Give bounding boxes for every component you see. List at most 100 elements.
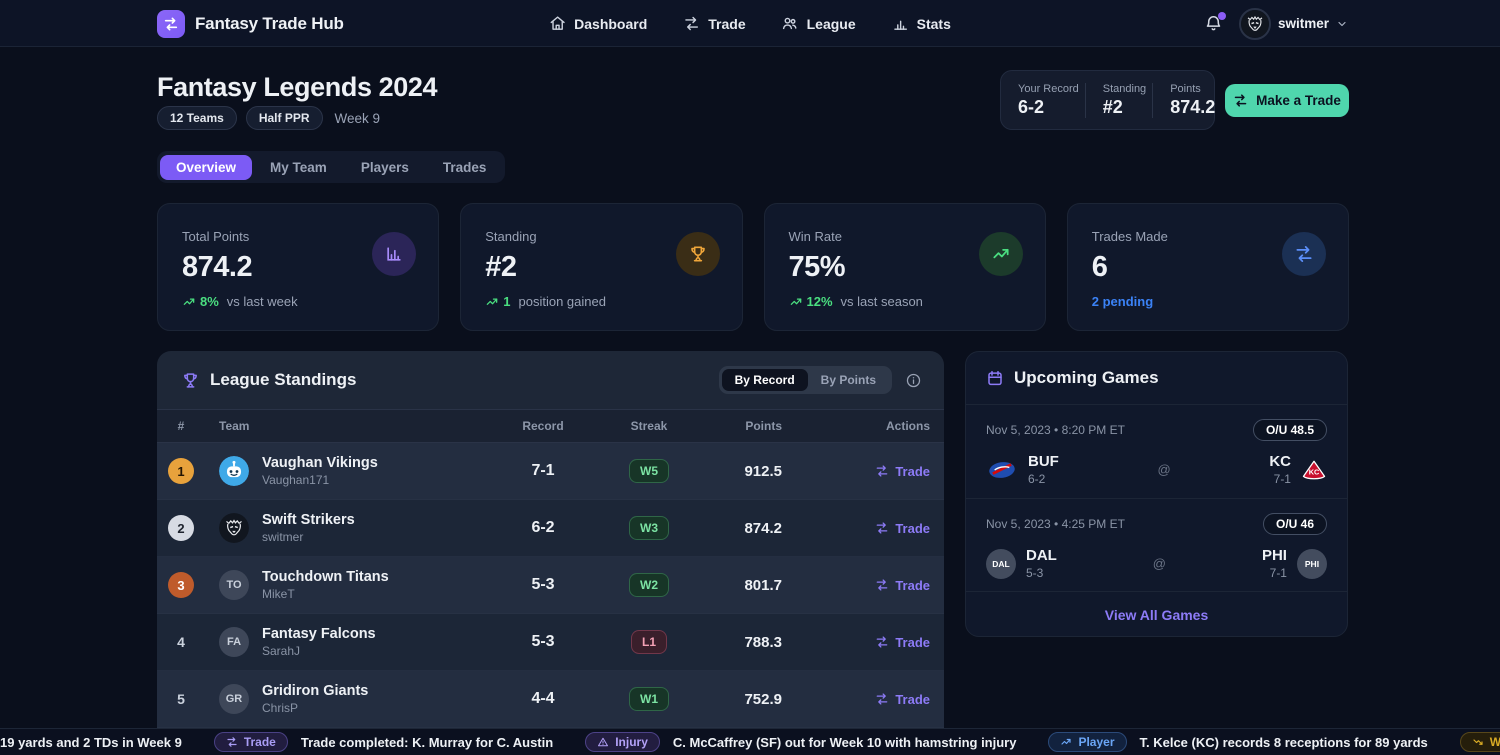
summary-points: Points 874.2 [1152, 83, 1221, 118]
user-menu[interactable]: switmer [1239, 8, 1348, 40]
ticker-text: C. McCaffrey (SF) out for Week 10 with h… [673, 735, 1017, 750]
team-record: 5-3 [1026, 566, 1057, 580]
over-under-badge: O/U 46 [1263, 513, 1327, 535]
news-ticker[interactable]: 19 yards and 2 TDs in Week 9 Trade Trade… [0, 728, 1500, 755]
view-all-games-link[interactable]: View All Games [1105, 607, 1209, 623]
users-icon [782, 15, 799, 32]
ticker-item: Injury C. McCaffrey (SF) out for Week 10… [585, 732, 1016, 752]
trophy-icon [676, 232, 720, 276]
robot-avatar [219, 456, 249, 486]
col-points: Points [701, 419, 791, 433]
table-row[interactable]: 3 TO Touchdown Titans MikeT 5-3 W2 801.7… [157, 557, 944, 614]
points-value: 874.2 [701, 520, 791, 537]
table-row[interactable]: 1 Vaughan Vikings Vaughan171 7-1 W5 912.… [157, 443, 944, 500]
swap-icon [226, 736, 238, 748]
standings-title-wrap: League Standings [181, 370, 356, 390]
card-trend: 8% vs last week [182, 294, 298, 309]
game-datetime: Nov 5, 2023 • 4:25 PM ET [986, 517, 1125, 531]
game-card[interactable]: Nov 5, 2023 • 4:25 PM ET O/U 46 DAL DAL … [966, 498, 1347, 591]
trend-up-icon: 8% [182, 294, 219, 309]
record-value: 7-1 [489, 462, 597, 480]
points-value: 752.9 [701, 691, 791, 708]
at-symbol: @ [1153, 556, 1166, 571]
rank-badge: 2 [168, 515, 194, 541]
points-value: 912.5 [701, 463, 791, 480]
trade-badge: Trade [214, 732, 288, 752]
league-standings-panel: League Standings By Record By Points # T… [157, 351, 944, 755]
eagles-logo-fallback: PHI [1297, 549, 1327, 579]
trophy-icon [181, 371, 200, 390]
standings-header: League Standings By Record By Points [157, 351, 944, 409]
streak-badge: W2 [629, 573, 669, 597]
swap-icon [683, 15, 700, 32]
summary-record: Your Record 6-2 [1001, 83, 1085, 118]
table-row[interactable]: 5 GR Gridiron Giants ChrisP 4-4 W1 752.9… [157, 671, 944, 728]
summary-standing: Standing #2 [1085, 83, 1152, 118]
team-cell: GR Gridiron Giants ChrisP [205, 683, 489, 715]
rank-number: 5 [177, 691, 185, 707]
nav-item-label: Dashboard [574, 16, 647, 32]
swap-icon [1282, 232, 1326, 276]
initials-avatar: GR [219, 684, 249, 714]
nav-item-trade[interactable]: Trade [683, 15, 745, 32]
over-under-badge: O/U 48.5 [1253, 419, 1327, 441]
tab-players[interactable]: Players [345, 155, 425, 180]
team-owner: ChrisP [262, 701, 368, 715]
team-abbr: KC [1269, 453, 1291, 470]
trend-note: position gained [518, 294, 605, 309]
rank-badge: 1 [168, 458, 194, 484]
username: switmer [1278, 16, 1329, 31]
sort-by-record[interactable]: By Record [722, 369, 808, 391]
trade-button[interactable]: Trade [875, 635, 930, 650]
nav-item-label: Trade [708, 16, 745, 32]
team-abbr: DAL [1026, 547, 1057, 564]
sort-by-points[interactable]: By Points [808, 369, 889, 391]
cta-label: Make a Trade [1256, 93, 1341, 108]
standings-table-header: # Team Record Streak Points Actions [157, 409, 944, 443]
streak-badge: L1 [631, 630, 667, 654]
main-nav: Dashboard Trade League Stats [549, 0, 951, 47]
nav-item-league[interactable]: League [782, 15, 856, 32]
team-name: Swift Strikers [262, 512, 355, 528]
cowboys-logo-fallback: DAL [986, 549, 1016, 579]
pending-note[interactable]: 2 pending [1092, 294, 1153, 309]
chiefs-logo-icon: KC [1301, 459, 1327, 481]
brand[interactable]: Fantasy Trade Hub [157, 0, 344, 47]
trade-button[interactable]: Trade [875, 578, 930, 593]
upcoming-title: Upcoming Games [1014, 368, 1159, 388]
table-row[interactable]: 2 Swift Strikers switmer 6-2 W3 874.2 Tr… [157, 500, 944, 557]
notifications-button[interactable] [1204, 14, 1223, 33]
nav-item-stats[interactable]: Stats [892, 15, 951, 32]
tab-trades[interactable]: Trades [427, 155, 503, 180]
game-card[interactable]: Nov 5, 2023 • 8:20 PM ET O/U 48.5 BUF 6-… [966, 405, 1347, 498]
stat-card-standing: Standing #2 1 position gained [460, 203, 742, 331]
rank-number: 4 [177, 634, 185, 650]
warning-icon [597, 736, 609, 748]
table-row[interactable]: 4 FA Fantasy Falcons SarahJ 5-3 L1 788.3… [157, 614, 944, 671]
ticker-text: T. Kelce (KC) records 8 receptions for 8… [1140, 735, 1428, 750]
ticker-item: Player T. Kelce (KC) records 8 reception… [1048, 732, 1427, 752]
team-cell: Vaughan Vikings Vaughan171 [205, 455, 489, 487]
top-navbar: Fantasy Trade Hub Dashboard Trade League… [0, 0, 1500, 47]
away-team: DAL DAL 5-3 [986, 547, 1057, 580]
record-value: 5-3 [489, 576, 597, 594]
trade-button[interactable]: Trade [875, 521, 930, 536]
home-icon [549, 15, 566, 32]
view-tabs: Overview My Team Players Trades [157, 151, 505, 183]
trade-button[interactable]: Trade [875, 692, 930, 707]
team-owner: switmer [262, 530, 355, 544]
tab-overview[interactable]: Overview [160, 155, 252, 180]
ticker-text: Trade completed: K. Murray for C. Austin [301, 735, 553, 750]
team-record: 7-1 [1262, 566, 1287, 580]
upcoming-footer: View All Games [966, 591, 1347, 637]
trade-button[interactable]: Trade [875, 464, 930, 479]
injury-badge: Injury [585, 732, 660, 752]
make-a-trade-button[interactable]: Make a Trade [1225, 84, 1349, 117]
notification-dot [1218, 12, 1226, 20]
stat-card-total-points: Total Points 874.2 8% vs last week [157, 203, 439, 331]
nav-item-dashboard[interactable]: Dashboard [549, 15, 647, 32]
record-value: 4-4 [489, 690, 597, 708]
summary-value: #2 [1103, 97, 1146, 118]
tab-my-team[interactable]: My Team [254, 155, 343, 180]
info-icon[interactable] [905, 372, 922, 389]
